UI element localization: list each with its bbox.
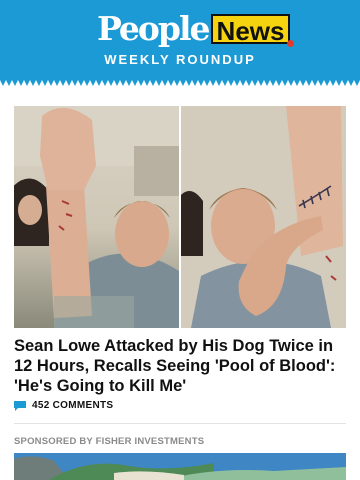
logo-dot — [287, 40, 295, 47]
logo-people-text: People — [97, 9, 211, 48]
article-hero-image[interactable] — [14, 106, 346, 328]
section-divider — [14, 423, 346, 424]
newsletter-header: People News WEEKLY ROUNDUP — [0, 0, 360, 80]
comment-icon — [14, 400, 26, 411]
people-news-logo[interactable]: People News — [97, 9, 295, 48]
comments-link[interactable]: 452 COMMENTS — [14, 400, 113, 411]
header-zigzag-border — [0, 80, 360, 88]
sponsored-ad-image[interactable] — [14, 453, 346, 480]
header-subtitle: WEEKLY ROUNDUP — [104, 52, 256, 67]
logo-news-text: News — [216, 16, 285, 46]
article-title[interactable]: Sean Lowe Attacked by His Dog Twice in 1… — [14, 336, 348, 396]
comments-count: 452 COMMENTS — [32, 400, 114, 411]
hero-right-photo — [181, 106, 346, 328]
hero-left-photo — [14, 106, 179, 328]
sponsored-label: SPONSORED BY FISHER INVESTMENTS — [14, 436, 205, 447]
logo-news-badge: News — [210, 14, 295, 47]
